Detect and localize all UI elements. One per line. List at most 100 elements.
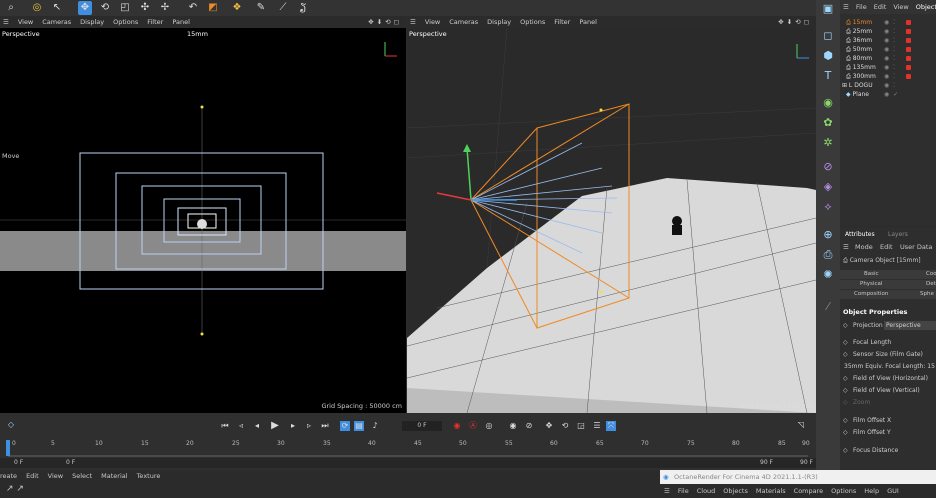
next-frame-icon[interactable]: ▸ <box>288 421 298 431</box>
next-key-icon[interactable]: ▹ <box>304 421 314 431</box>
menu-options[interactable]: Options <box>520 18 545 26</box>
render-region-icon[interactable]: ◩ <box>206 1 220 15</box>
viewport-nav-icons[interactable]: ✥⬇⟲◻ <box>368 18 402 26</box>
keyframe-diamond-icon[interactable]: ◇ <box>843 374 848 383</box>
visibility-dots[interactable]: ◉ ⁚ <box>884 63 896 72</box>
menu-cameras[interactable]: Cameras <box>42 18 71 26</box>
object-row[interactable]: ⎙ 135mm ◉ ⁚ <box>840 63 936 72</box>
keyframe-diamond-icon[interactable]: ◇ <box>843 446 848 455</box>
timeline-expand-icon[interactable]: ◹ <box>796 420 806 430</box>
auto-key-icon[interactable]: Ⓐ <box>468 421 478 431</box>
viewport-menu-icon[interactable]: ☰ <box>410 18 416 26</box>
menu-display[interactable]: Display <box>487 18 511 26</box>
menu-panel[interactable]: Panel <box>579 18 597 26</box>
keyframe-diamond-icon[interactable]: ◇ <box>843 386 848 395</box>
pla-key-icon[interactable]: ⤧ <box>606 421 616 431</box>
visibility-dots[interactable]: ◉ ⁚ <box>884 72 896 81</box>
cube-outline-icon[interactable]: ◻ <box>819 27 837 45</box>
prev-frame-icon[interactable]: ◂ <box>252 421 262 431</box>
play-icon[interactable]: ▶ <box>270 421 280 431</box>
object-row[interactable]: ⎙ 300mm ◉ ⁚ <box>840 72 936 81</box>
octane-menu-help[interactable]: Help <box>864 484 879 498</box>
object-row[interactable]: ⊞ L DOGU ◉ ⁚ <box>840 81 936 90</box>
range-start-field-2[interactable]: 0 F <box>66 458 75 468</box>
param-key-icon[interactable]: ☰ <box>592 421 602 431</box>
keyframe-selection-icon[interactable]: ◎ <box>484 421 494 431</box>
menu-options[interactable]: Options <box>113 18 138 26</box>
menu-display[interactable]: Display <box>80 18 104 26</box>
visibility-dots[interactable]: ◉ ⁚ <box>884 36 896 45</box>
key-options-icon[interactable]: ⊘ <box>524 421 534 431</box>
object-row[interactable]: ⎙ 25mm ◉ ⁚ <box>840 27 936 36</box>
menu-hamburger-icon[interactable]: ☰ <box>843 242 849 252</box>
octane-tag-icon[interactable] <box>906 56 911 61</box>
pen-icon[interactable]: ✎ <box>254 1 268 15</box>
go-to-end-icon[interactable]: ⏭ <box>320 421 330 431</box>
object-row[interactable]: ⎙ 36mm ◉ ⁚ <box>840 36 936 45</box>
subtab-basic[interactable]: Basic <box>864 270 879 279</box>
live-select-icon[interactable]: ◎ <box>30 1 44 15</box>
keyframe-diamond-icon[interactable]: ◇ <box>843 416 848 425</box>
menu-hamburger-icon[interactable]: ☰ <box>664 484 670 498</box>
light-icon[interactable]: ✺ <box>819 266 837 284</box>
fps-icon[interactable]: ▤ <box>354 421 364 431</box>
subtab-physical[interactable]: Physical <box>860 280 882 289</box>
rotation-key-icon[interactable]: ⟲ <box>560 421 570 431</box>
menu-object[interactable]: Object <box>916 0 936 14</box>
menu-create[interactable]: reate <box>0 470 17 482</box>
subtab-spherical[interactable]: Sphe <box>920 290 934 299</box>
menu-material[interactable]: Material <box>101 470 127 482</box>
prev-key-icon[interactable]: ◃ <box>236 421 246 431</box>
object-row[interactable]: ⎙ 15mm ◉ ⁚ <box>840 18 936 27</box>
rotate-tool-icon[interactable]: ⟲ <box>98 1 112 15</box>
menu-panel[interactable]: Panel <box>172 18 190 26</box>
octane-menu-cloud[interactable]: Cloud <box>697 484 716 498</box>
spline-icon[interactable]: ຽ <box>296 1 310 15</box>
camera-icon[interactable]: ⎙ <box>819 246 837 264</box>
menu-texture[interactable]: Texture <box>137 470 161 482</box>
octane-menu-compare[interactable]: Compare <box>794 484 824 498</box>
keyframe-diamond-icon[interactable]: ◇ <box>843 338 848 347</box>
octane-tag-icon[interactable] <box>906 29 911 34</box>
text-icon[interactable]: T <box>819 67 837 85</box>
axis-icon[interactable]: ✣ <box>138 1 152 15</box>
visibility-dots[interactable]: ◉ ⁚ <box>884 54 896 63</box>
menu-filter[interactable]: Filter <box>554 18 570 26</box>
keyframe-icon[interactable]: ◇ <box>6 420 16 430</box>
menu-cameras[interactable]: Cameras <box>449 18 478 26</box>
menu-edit[interactable]: Edit <box>874 0 887 14</box>
generator-icon[interactable]: ◉ <box>819 94 837 112</box>
menu-view[interactable]: View <box>48 470 63 482</box>
visibility-dots[interactable]: ◉ ⁚ <box>884 45 896 54</box>
scale-tool-icon[interactable]: ◰ <box>118 1 132 15</box>
menu-file[interactable]: File <box>856 0 867 14</box>
object-row[interactable]: ◆ Plane ◉ ✓ <box>840 90 936 99</box>
tab-layers[interactable]: Layers <box>888 230 908 240</box>
viewport-nav-icons[interactable]: ✥⬇⟲◻ <box>778 18 812 26</box>
octane-tag-icon[interactable] <box>906 38 911 43</box>
viewport-menu-icon[interactable]: ☰ <box>3 18 9 26</box>
effector-icon[interactable]: ✲ <box>819 134 837 152</box>
object-manager-icon[interactable]: ▣ <box>819 0 837 18</box>
undo-icon[interactable]: ↶ <box>186 1 200 15</box>
octane-menu-gui[interactable]: GUI <box>887 484 899 498</box>
twist-icon[interactable]: ⟡ <box>819 198 837 216</box>
cube-icon[interactable]: ⬢ <box>819 47 837 65</box>
octane-tag-icon[interactable] <box>906 20 911 25</box>
visibility-dots[interactable]: ◉ ✓ <box>884 90 899 99</box>
visibility-dots[interactable]: ◉ ⁚ <box>884 18 896 27</box>
go-to-start-icon[interactable]: ⏮ <box>220 421 230 431</box>
material-tools-icon[interactable]: ↗ ↗ <box>6 484 24 494</box>
keyframe-diamond-icon[interactable]: ◇ <box>843 428 848 437</box>
keyframe-diamond-icon[interactable]: ◇ <box>843 350 848 359</box>
motion-record-icon[interactable]: ◉ <box>508 421 518 431</box>
octane-tag-icon[interactable] <box>906 74 911 79</box>
subtab-coord[interactable]: Coo <box>926 270 936 279</box>
tab-attributes[interactable]: Attributes <box>845 230 875 240</box>
left-viewport[interactable]: Perspective 15mm Move Grid Spacing : 500… <box>0 28 406 413</box>
right-viewport[interactable]: Perspective Grid Spacing : 500 cm <box>407 28 816 413</box>
menu-view[interactable]: View <box>425 18 440 26</box>
visibility-dots[interactable]: ◉ ⁚ <box>884 81 896 90</box>
octane-menu-objects[interactable]: Objects <box>723 484 748 498</box>
frame-range-bar[interactable]: 0 F 0 F 90 F 90 F <box>0 458 816 468</box>
